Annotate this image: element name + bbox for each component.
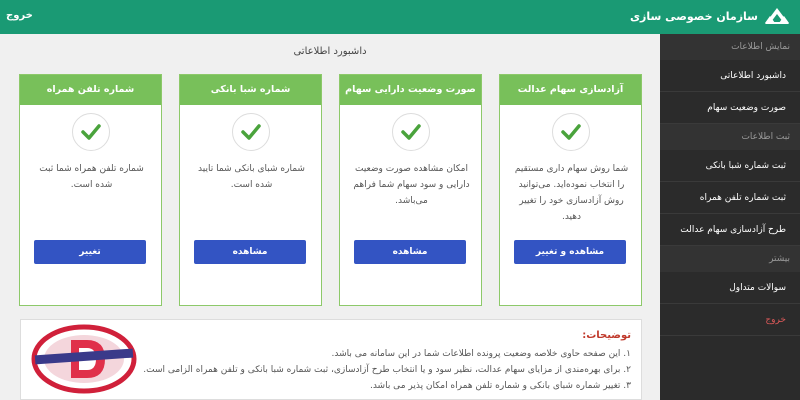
sidebar-section-register: ثبت اطلاعات: [660, 124, 800, 150]
brand-title: سازمان خصوصی سازی: [629, 9, 758, 23]
view-sheba-button[interactable]: مشاهده: [194, 240, 306, 264]
brand-logo-icon: [765, 8, 789, 24]
note-line: ۳. تغییر شماره شبای بانکی و شماره تلفن ه…: [369, 381, 631, 391]
sidebar-item-register-sheba[interactable]: ثبت شماره شبا بانکی: [660, 150, 800, 182]
card-asset-statement: صورت وضعیت دارایی سهام امکان مشاهده صورت…: [339, 74, 482, 306]
sidebar-item-share-statement[interactable]: صورت وضعیت سهام: [660, 92, 800, 124]
page-title: داشبورد اطلاعاتی: [293, 46, 367, 57]
card-text: شما روش سهام داری مستقیم را انتخاب نموده…: [514, 164, 629, 222]
main-content: داشبورد اطلاعاتی آزادسازی سهام عدالت شما…: [0, 34, 660, 400]
sidebar-item-dashboard[interactable]: داشبورد اطلاعاتی: [660, 60, 800, 92]
card-title: شماره شبا بانکی: [180, 75, 321, 105]
view-and-change-button[interactable]: مشاهده و تغییر: [514, 240, 626, 264]
sidebar-section-view: نمایش اطلاعات: [660, 34, 800, 60]
notes-title: توضیحات:: [582, 330, 631, 341]
card-text: شماره تلفن همراه شما ثبت شده است.: [39, 164, 144, 190]
sidebar-item-liberalization-plan[interactable]: طرح آزادسازی سهام عدالت: [660, 214, 800, 246]
card-title: شماره تلفن همراه: [20, 75, 161, 105]
card-title: صورت وضعیت دارایی سهام: [340, 75, 481, 105]
card-share-liberalization: آزادسازی سهام عدالت شما روش سهام داری مس…: [499, 74, 642, 306]
sidebar-section-more: بیشتر: [660, 246, 800, 272]
logout-link[interactable]: خروج: [6, 10, 33, 21]
top-bar: خروج سازمان خصوصی سازی: [0, 0, 800, 34]
note-line: ۱. این صفحه حاوی خلاصه وضعیت پرونده اطلا…: [331, 349, 631, 359]
card-mobile: شماره تلفن همراه شماره تلفن همراه شما ثب…: [19, 74, 162, 306]
brand[interactable]: سازمان خصوصی سازی: [630, 6, 790, 26]
sidebar-item-logout[interactable]: خروج: [660, 304, 800, 336]
checkmark-icon: [552, 113, 590, 151]
checkmark-icon: [72, 113, 110, 151]
card-text: شماره شبای بانکی شما تایید شده است.: [198, 164, 305, 190]
sidebar-item-faq[interactable]: سوالات متداول: [660, 272, 800, 304]
card-text: امکان مشاهده صورت وضعیت دارایی و سود سها…: [353, 164, 470, 206]
note-line: ۲. برای بهره‌مندی از مزایای سهام عدالت، …: [143, 365, 631, 375]
checkmark-icon: [232, 113, 270, 151]
card-sheba: شماره شبا بانکی شماره شبای بانکی شما تای…: [179, 74, 322, 306]
sidebar: نمایش اطلاعات داشبورد اطلاعاتی صورت وضعی…: [660, 34, 800, 400]
card-title: آزادسازی سهام عدالت: [500, 75, 641, 105]
sidebar-item-register-mobile[interactable]: ثبت شماره تلفن همراه: [660, 182, 800, 214]
view-statement-button[interactable]: مشاهده: [354, 240, 466, 264]
notes-panel: توضیحات: ۱. این صفحه حاوی خلاصه وضعیت پر…: [20, 319, 642, 400]
notes-list: ۱. این صفحه حاوی خلاصه وضعیت پرونده اطلا…: [31, 346, 631, 394]
change-mobile-button[interactable]: تغییر: [34, 240, 146, 264]
checkmark-icon: [392, 113, 430, 151]
